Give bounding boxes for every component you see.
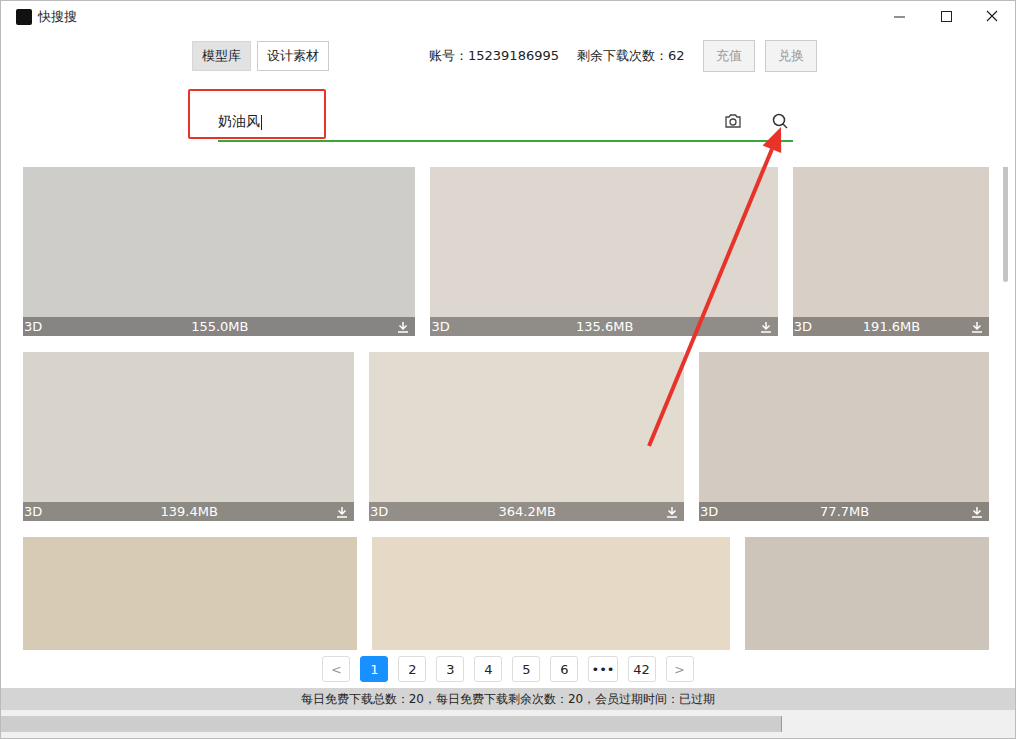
close-icon[interactable] xyxy=(969,1,1015,33)
model-card[interactable]: 3D 155.0MB xyxy=(23,167,415,336)
card-kind: 3D xyxy=(794,319,812,334)
card-size: 135.6MB xyxy=(450,319,760,334)
card-kind: 3D xyxy=(370,504,388,519)
download-icon[interactable] xyxy=(760,321,772,333)
page-button[interactable]: 6 xyxy=(550,656,578,682)
model-card[interactable]: 3D 77.7MB xyxy=(699,352,989,521)
app-window: 快搜搜 模型库设计素材 账号：15239186995 剩余下载次数：62 充值兑… xyxy=(0,0,1016,739)
card-kind: 3D xyxy=(431,319,449,334)
maximize-icon[interactable] xyxy=(923,1,969,33)
model-card[interactable] xyxy=(23,537,357,650)
search-input[interactable]: 奶油风 xyxy=(218,113,262,131)
download-icon[interactable] xyxy=(397,321,409,333)
card-kind: 3D xyxy=(24,319,42,334)
card-kind: 3D xyxy=(700,504,718,519)
status-bar: 每日免费下载总数：20，每日免费下载剩余次数：20，会员过期时间：已过期 xyxy=(1,688,1015,710)
page-button[interactable]: 42 xyxy=(628,656,656,682)
page-button[interactable]: 4 xyxy=(474,656,502,682)
page-button[interactable]: 5 xyxy=(512,656,540,682)
tab[interactable]: 设计素材 xyxy=(257,41,329,71)
search-field[interactable]: 奶油风 xyxy=(218,90,793,142)
search-icon[interactable] xyxy=(771,112,789,130)
toolbar: 模型库设计素材 账号：15239186995 剩余下载次数：62 充值兑换 xyxy=(1,40,1015,72)
card-kind: 3D xyxy=(24,504,42,519)
page-button[interactable]: 3 xyxy=(436,656,464,682)
app-logo-icon xyxy=(16,9,32,25)
card-size: 139.4MB xyxy=(42,504,336,519)
tab[interactable]: 模型库 xyxy=(192,41,251,71)
page-button[interactable]: 1 xyxy=(360,656,388,682)
card-size: 191.6MB xyxy=(812,319,971,334)
model-grid: 3D 155.0MB 3D 135.6MB 3D 191.6MB 3D 139.… xyxy=(23,167,989,650)
pagination: < 123456 ••• 42 > xyxy=(1,650,1015,688)
card-size: 77.7MB xyxy=(718,504,971,519)
model-card[interactable] xyxy=(745,537,989,650)
remaining-downloads: 剩余下载次数：62 xyxy=(577,47,685,65)
camera-icon[interactable] xyxy=(724,113,742,129)
card-size: 364.2MB xyxy=(388,504,666,519)
card-size: 155.0MB xyxy=(42,319,397,334)
download-icon[interactable] xyxy=(971,321,983,333)
download-icon[interactable] xyxy=(666,506,678,518)
minimize-icon[interactable] xyxy=(877,1,923,33)
toolbar-button[interactable]: 兑换 xyxy=(765,40,817,72)
vertical-scrollbar[interactable] xyxy=(1003,167,1009,650)
toolbar-button[interactable]: 充值 xyxy=(703,40,755,72)
horizontal-scrollbar[interactable] xyxy=(1,710,1015,738)
page-button[interactable]: ••• xyxy=(588,656,617,682)
model-card[interactable]: 3D 139.4MB xyxy=(23,352,354,521)
annotation-box xyxy=(188,89,326,139)
download-icon[interactable] xyxy=(336,506,348,518)
page-button[interactable]: 2 xyxy=(398,656,426,682)
model-card[interactable]: 3D 135.6MB xyxy=(430,167,777,336)
annotation-arrow-icon xyxy=(1,1,1016,739)
account-label: 账号：15239186995 xyxy=(429,47,559,65)
model-card[interactable]: 3D 191.6MB xyxy=(793,167,989,336)
model-card[interactable] xyxy=(372,537,729,650)
title-bar: 快搜搜 xyxy=(1,1,1015,32)
download-icon[interactable] xyxy=(971,506,983,518)
window-title: 快搜搜 xyxy=(38,8,77,26)
model-card[interactable]: 3D 364.2MB xyxy=(369,352,684,521)
next-page[interactable]: > xyxy=(666,656,694,682)
prev-page[interactable]: < xyxy=(322,656,350,682)
